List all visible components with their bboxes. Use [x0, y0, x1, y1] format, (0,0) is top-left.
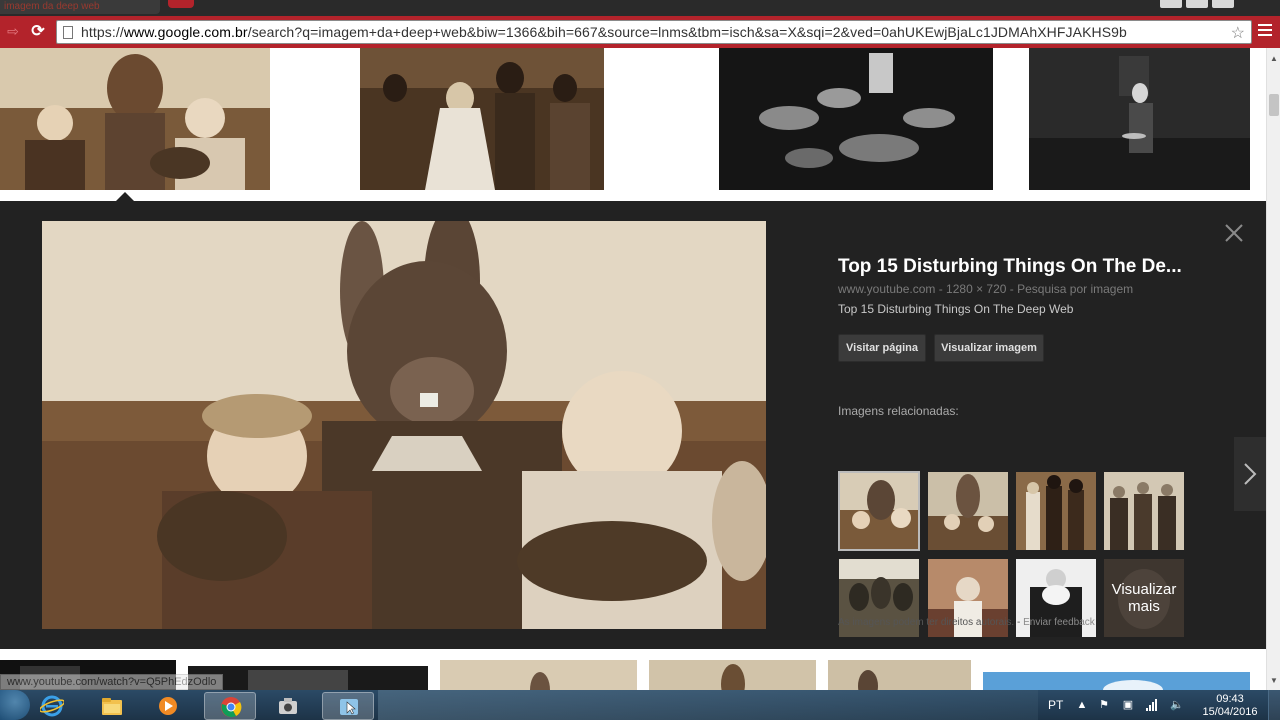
screen: imagem da deep web ⇨ ⟳ https://www.googl…: [0, 0, 1280, 720]
show-desktop-button[interactable]: [1268, 690, 1280, 720]
view-image-button[interactable]: Visualizar imagem: [934, 334, 1044, 362]
taskbar-recorder-app[interactable]: [322, 692, 374, 720]
bottom-thumbnail-graphic: [440, 660, 637, 690]
taskbar-internet-explorer[interactable]: [26, 692, 78, 720]
related-thumbnail-graphic: [1016, 472, 1096, 550]
related-image[interactable]: [1104, 472, 1184, 550]
url-scheme: https://: [81, 24, 124, 40]
minimize-button[interactable]: [1160, 0, 1182, 8]
taskbar-media-player[interactable]: [142, 692, 194, 720]
maximize-button[interactable]: [1186, 0, 1208, 8]
selection-pointer: [116, 192, 134, 201]
network-signal-icon[interactable]: [1146, 699, 1158, 711]
image-preview-panel: Top 15 Disturbing Things On The De... ww…: [0, 201, 1266, 649]
view-more-label: Visualizar mais: [1104, 559, 1184, 637]
related-image[interactable]: [928, 472, 1008, 550]
preview-image[interactable]: [42, 221, 766, 629]
result-thumbnail[interactable]: [719, 48, 993, 190]
next-image-button[interactable]: [1234, 437, 1266, 511]
device-icon[interactable]: ▣: [1122, 699, 1134, 711]
folder-icon: [102, 698, 122, 715]
related-thumbnail-graphic: [928, 472, 1008, 550]
view-more-related[interactable]: Visualizar mais: [1104, 559, 1184, 637]
browser-menu-icon[interactable]: [1258, 24, 1272, 38]
copyright-note: As imagens podem ter direitos autorais. …: [838, 617, 1095, 628]
scroll-up-icon[interactable]: ▲: [1270, 54, 1278, 63]
clock-date: 15/04/2016: [1202, 706, 1258, 718]
result-thumbnail[interactable]: [983, 672, 1250, 690]
dark-room-thumbnail: [1029, 48, 1250, 190]
related-image[interactable]: [1016, 472, 1096, 550]
close-window-button[interactable]: [1212, 0, 1234, 8]
back-arrow-icon[interactable]: ⇨: [4, 22, 22, 40]
copyright-text: As imagens podem ter direitos autorais.: [838, 617, 1015, 628]
bunny-photo-thumbnail: [0, 48, 270, 190]
language-indicator[interactable]: PT: [1048, 698, 1063, 712]
windows-taskbar: PT ▲ ⚑ ▣ 🔈 09:43 15/04/2016: [0, 690, 1280, 720]
bottom-thumbnail-graphic: [983, 672, 1250, 690]
result-title[interactable]: Top 15 Disturbing Things On The De...: [838, 256, 1208, 278]
result-thumbnail[interactable]: [1029, 48, 1250, 190]
result-description: Top 15 Disturbing Things On The Deep Web: [838, 302, 1074, 316]
browser-tab-strip: imagem da deep web: [0, 0, 1280, 16]
action-center-flag-icon[interactable]: ⚑: [1098, 699, 1110, 711]
taskbar-camera-app[interactable]: [262, 692, 314, 720]
bottom-thumbnail-graphic: [188, 666, 428, 690]
cursor-app-icon: [340, 699, 358, 715]
related-thumbnail-graphic: [839, 472, 919, 550]
bookmark-star-icon[interactable]: ☆: [1231, 23, 1245, 43]
chevron-right-icon: [1244, 463, 1257, 485]
result-thumbnail[interactable]: [188, 666, 428, 690]
scroll-down-icon[interactable]: ▼: [1270, 676, 1278, 685]
url-host: www.google.com.br: [123, 24, 248, 40]
volume-icon[interactable]: 🔈: [1170, 699, 1184, 711]
result-thumbnail[interactable]: [0, 48, 270, 190]
clock-time: 09:43: [1216, 693, 1244, 705]
scroll-thumb[interactable]: [1269, 94, 1279, 116]
related-images-label: Imagens relacionadas:: [838, 404, 959, 418]
taskbar-empty-area: [378, 690, 1038, 720]
chrome-icon: [221, 697, 242, 718]
image-results: Top 15 Disturbing Things On The De... ww…: [0, 48, 1266, 690]
system-clock[interactable]: 09:43 15/04/2016: [1200, 693, 1260, 719]
reload-icon[interactable]: ⟳: [28, 22, 48, 42]
address-bar[interactable]: https://www.google.com.br/search?q=image…: [56, 20, 1252, 44]
result-thumbnail[interactable]: [649, 660, 816, 690]
tab-title: imagem da deep web: [4, 1, 100, 12]
url-text: https://www.google.com.br/search?q=image…: [81, 24, 1231, 40]
close-x-graphic: [1225, 224, 1243, 242]
browser-tab[interactable]: imagem da deep web: [0, 0, 160, 14]
signal-bars-graphic: [1146, 699, 1157, 711]
result-meta: www.youtube.com - 1280 × 720 - Pesquisa …: [838, 282, 1134, 296]
browser-toolbar: ⇨ ⟳ https://www.google.com.br/search?q=i…: [0, 16, 1280, 48]
result-thumbnail[interactable]: [360, 48, 604, 190]
visit-page-button[interactable]: Visitar página: [838, 334, 926, 362]
wedding-masks-thumbnail: [360, 48, 604, 190]
new-tab-button[interactable]: [168, 0, 194, 8]
taskbar-file-explorer[interactable]: [86, 692, 138, 720]
url-path: /search?q=imagem+da+deep+web&biw=1366&bi…: [247, 24, 1127, 40]
page-icon: [63, 26, 73, 39]
send-feedback-link[interactable]: Enviar feedback: [1023, 617, 1095, 628]
related-thumbnail-graphic: [1104, 472, 1184, 550]
close-icon[interactable]: [1222, 221, 1246, 245]
internet-explorer-icon: [40, 695, 64, 717]
dark-animals-thumbnail: [719, 48, 993, 190]
result-thumbnail[interactable]: [440, 660, 637, 690]
related-image[interactable]: [838, 471, 920, 551]
footer-separator: -: [1014, 617, 1024, 628]
page-scrollbar[interactable]: ▲ ▼: [1266, 48, 1280, 690]
taskbar-chrome[interactable]: [204, 692, 256, 720]
status-bar-url: www.youtube.com/watch?v=Q5PhEdzOdlo: [0, 674, 224, 690]
bottom-thumbnail-graphic: [828, 660, 971, 690]
result-thumbnail[interactable]: [828, 660, 971, 690]
tray-expand-icon[interactable]: ▲: [1076, 699, 1088, 711]
bunny-costume-photo: [42, 221, 766, 629]
bottom-thumbnail-graphic: [649, 660, 816, 690]
media-player-icon: [159, 697, 177, 715]
camera-icon: [279, 698, 297, 714]
